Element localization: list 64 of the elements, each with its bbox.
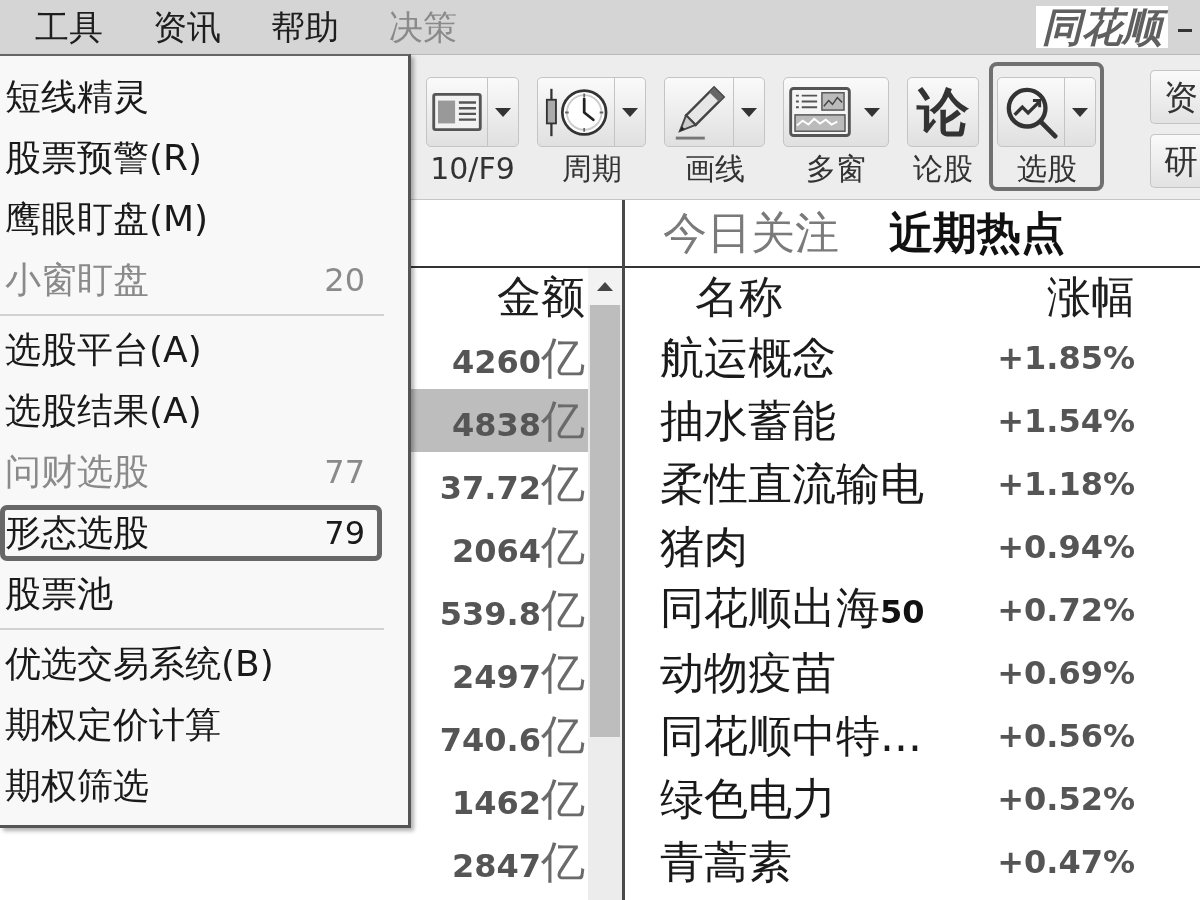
scrollbar[interactable] [588, 268, 622, 900]
table-cell: 猪肉 [660, 520, 748, 573]
table-cell-text: 37.72亿 [438, 457, 586, 511]
table-cell: 绿色电力 [660, 772, 836, 825]
table-cell-text: 2847亿 [450, 835, 586, 889]
table-cell: +1.85% [997, 337, 1135, 378]
column-header: 名称 [694, 271, 783, 323]
table-cell-text: 2064亿 [450, 520, 586, 574]
up-arrow-icon [597, 282, 613, 291]
toolbar-button[interactable]: 论 论股 [899, 62, 987, 191]
table-cell-text: 2497亿 [450, 646, 586, 700]
menu-item[interactable]: 期权定价计算 [0, 697, 382, 753]
menu-item[interactable]: 选股平台(A) [0, 322, 382, 378]
clock-icon [543, 86, 609, 138]
table-cell: +0.94% [997, 526, 1135, 567]
app-logo: 同花顺 [1036, 6, 1168, 48]
menu-item[interactable]: 期权筛选 [0, 758, 382, 814]
table-cell: 抽水蓄能 [660, 394, 836, 447]
toolbar-button[interactable]: 研 [1150, 134, 1200, 188]
table-cell: +0.69% [997, 652, 1135, 693]
table-cell: 4838亿 [410, 389, 588, 452]
table-cell-text: 4260亿 [450, 331, 586, 385]
menu-item[interactable]: 股票预警(R) [0, 130, 382, 186]
table-cell: +0.56% [997, 715, 1135, 756]
menu-item[interactable]: 工具 [35, 6, 103, 48]
table-cell: 航运概念 [660, 331, 836, 384]
document-icon [432, 93, 482, 131]
table-cell: 动物疫苗 [660, 646, 836, 699]
table-cell: +1.54% [997, 400, 1135, 441]
toolbar-button[interactable]: 周期 [529, 62, 654, 191]
table-cell-text: 740.6亿 [438, 709, 586, 763]
table-cell: +0.47% [997, 841, 1135, 882]
column-header: 金额 [496, 270, 586, 324]
minimize-icon[interactable] [1178, 28, 1192, 32]
menu-item[interactable]: 股票池 [0, 566, 382, 622]
column-header: 涨幅 [1047, 271, 1135, 323]
tab[interactable]: 近期热点 [889, 206, 1065, 260]
toolbar-button[interactable]: 画线 [656, 62, 773, 191]
table-cell: +0.52% [997, 778, 1135, 819]
table-cell: 青蒿素 [660, 835, 792, 888]
toolbar-button[interactable]: 10/F9 [418, 62, 527, 191]
toolbar-button[interactable]: 资 [1150, 70, 1200, 124]
table-cell: +1.18% [997, 463, 1135, 504]
table-cell: 同花顺中特... [660, 709, 922, 762]
menu-item[interactable]: 帮助 [271, 6, 339, 48]
toolbar-button[interactable]: 选股 [989, 62, 1104, 191]
toolbar-button[interactable]: 多窗 [775, 62, 897, 191]
menu-item[interactable]: 选股结果(A) [0, 383, 382, 439]
table-cell: 柔性直流输电 [660, 457, 924, 510]
menu-item[interactable]: 短线精灵 [0, 69, 382, 125]
search-icon [1004, 85, 1058, 139]
menu-item[interactable]: 鹰眼盯盘(M) [0, 191, 382, 247]
window-layout-icon [789, 87, 851, 137]
table-cell-text: 539.8亿 [438, 583, 586, 637]
scroll-up-button[interactable] [588, 268, 622, 305]
menu-item[interactable]: 形态选股 79 [0, 505, 382, 561]
table-cell-text: 同花顺出海50 [660, 581, 925, 635]
table-cell-text: 1462亿 [450, 772, 586, 826]
scrollbar-thumb[interactable] [590, 305, 620, 737]
menu-item[interactable]: 资讯 [153, 6, 221, 48]
tab[interactable]: 今日关注 [663, 206, 839, 260]
character-icon: 论 [917, 84, 969, 140]
menu-item[interactable]: 优选交易系统(B) [0, 636, 382, 692]
table-cell: +0.72% [997, 589, 1135, 630]
